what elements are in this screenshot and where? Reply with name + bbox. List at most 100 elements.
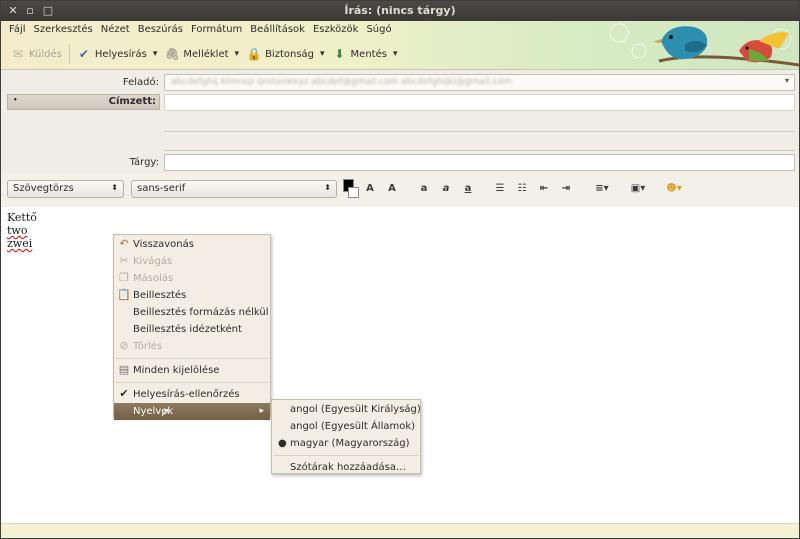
align-icon[interactable]: ≡▾ <box>590 181 614 197</box>
checkmark-icon: ✔ <box>119 387 129 400</box>
paragraph-style-value: Szövegtörzs <box>13 183 74 194</box>
menu-item-label: Másolás <box>133 273 174 284</box>
body-line-misspelled: zwei <box>7 237 33 250</box>
status-bar <box>1 523 799 538</box>
add-dictionaries-label: Szótárak hozzáadása… <box>290 462 406 473</box>
menu-options[interactable]: Beállítások <box>246 21 309 41</box>
select-all-icon: ▤ <box>118 363 130 376</box>
radio-bullet-icon: ● <box>278 438 287 449</box>
chevron-right-icon: ▸ <box>259 406 264 416</box>
subject-input[interactable] <box>164 154 795 171</box>
menu-separator <box>116 382 268 383</box>
menu-item-languages[interactable]: Nyelvek ▸ ➚ <box>114 403 270 420</box>
menu-file[interactable]: Fájl <box>5 21 30 41</box>
body-text[interactable]: Kettő two zwei <box>7 211 37 250</box>
menu-item-spellcheck[interactable]: ✔ Helyesírás-ellenőrzés <box>114 386 270 403</box>
language-item[interactable]: angol (Egyesült Királyság) <box>272 401 421 418</box>
indent-icon[interactable]: ⇥ <box>558 181 574 197</box>
font-larger-icon[interactable]: A <box>384 181 400 197</box>
delete-icon: ⊘ <box>119 339 129 352</box>
language-item[interactable]: angol (Egyesült Államok) <box>272 418 420 435</box>
menu-item-copy[interactable]: ❐ Másolás <box>114 270 270 287</box>
theme-banner: Fájl Szerkesztés Nézet Beszúrás Formátum… <box>1 21 799 69</box>
recipient-row[interactable] <box>164 134 795 151</box>
to-marker: • <box>13 96 18 104</box>
menu-item-label: Kivágás <box>133 256 173 267</box>
spell-button[interactable]: ✔ Helyesírás ▾ <box>73 43 162 65</box>
menu-item-delete[interactable]: ⊘ Törlés <box>114 338 270 355</box>
menu-view[interactable]: Nézet <box>97 21 134 41</box>
font-select[interactable]: sans-serif ⬍ <box>131 180 337 198</box>
language-label: angol (Egyesült Királyság) <box>290 404 421 415</box>
menu-format[interactable]: Formátum <box>187 21 246 41</box>
security-label: Biztonság <box>265 48 315 60</box>
compose-window: ✕ ▫ □ Írás: (nincs tárgy) Fájl Szerkeszt… <box>0 0 800 539</box>
menu-separator <box>274 455 418 456</box>
menu-item-paste[interactable]: 📋 Beillesztés <box>114 287 270 304</box>
font-value: sans-serif <box>137 183 186 194</box>
recipient-row[interactable] <box>164 115 795 132</box>
bold-icon[interactable]: a <box>416 181 432 197</box>
format-toolbar: Szövegtörzs ⬍ sans-serif ⬍ A A a a a ☰ ☷… <box>1 175 799 203</box>
menu-item-label: Beillesztés <box>133 290 187 301</box>
numbered-list-icon[interactable]: ☷ <box>514 181 530 197</box>
menu-item-label: Minden kijelölése <box>133 365 220 376</box>
menu-help[interactable]: Súgó <box>362 21 395 41</box>
outdent-icon[interactable]: ⇤ <box>536 181 552 197</box>
menu-item-label: Beillesztés idézetként <box>133 324 242 335</box>
window-title: Írás: (nincs tárgy) <box>344 4 456 17</box>
to-field[interactable] <box>164 94 795 111</box>
bullet-list-icon[interactable]: ☰ <box>492 181 508 197</box>
menu-item-undo[interactable]: ↶ Visszavonás <box>114 236 270 253</box>
menu-item-paste-plain[interactable]: Beillesztés formázás nélkül <box>114 304 270 321</box>
chevron-updown-icon: ⬍ <box>111 183 118 192</box>
save-label: Mentés <box>350 48 387 60</box>
italic-icon[interactable]: a <box>438 181 454 197</box>
language-submenu: angol (Egyesült Királyság) angol (Egyesü… <box>271 399 421 474</box>
language-label: angol (Egyesült Államok) <box>290 421 416 432</box>
title-bar: ✕ ▫ □ Írás: (nincs tárgy) <box>1 1 799 21</box>
paste-icon: 📋 <box>117 288 131 301</box>
text-color-picker[interactable] <box>343 179 359 199</box>
chevron-down-icon[interactable]: ▾ <box>393 49 398 59</box>
menu-bar: Fájl Szerkesztés Nézet Beszúrás Formátum… <box>1 21 396 41</box>
chevron-down-icon: ▾ <box>784 76 789 85</box>
menu-item-paste-quote[interactable]: Beillesztés idézetként <box>114 321 270 338</box>
spell-label: Helyesírás <box>94 48 147 60</box>
chevron-updown-icon: ⬍ <box>324 183 331 192</box>
attach-button[interactable]: 🖇 Melléklet ▾ <box>161 43 243 65</box>
save-icon: ⬇ <box>334 47 345 61</box>
language-label: magyar (Magyarország) <box>290 438 410 449</box>
paragraph-style-select[interactable]: Szövegtörzs ⬍ <box>7 180 124 198</box>
send-icon: ✉ <box>12 47 24 61</box>
insert-image-icon[interactable]: ▣▾ <box>626 181 650 197</box>
underline-icon[interactable]: a <box>460 181 476 197</box>
chevron-down-icon[interactable]: ▾ <box>235 49 240 59</box>
context-menu: ↶ Visszavonás ✂ Kivágás ❐ Másolás 📋 Beil… <box>113 234 271 420</box>
compose-toolbar: ✉ Küldés ✔ Helyesírás ▾ 🖇 Melléklet ▾ 🔒 … <box>1 41 401 67</box>
toolbar-separator <box>68 44 70 64</box>
bird-artwork <box>609 23 799 67</box>
to-type-button[interactable]: • Címzett: <box>7 94 160 110</box>
language-item-selected[interactable]: ● magyar (Magyarország) <box>272 435 420 452</box>
menu-item-cut[interactable]: ✂ Kivágás <box>114 253 270 270</box>
from-select[interactable]: abcdefghij klmnop qrstuvwxyz abcdef@gmai… <box>164 74 795 91</box>
chevron-down-icon[interactable]: ▾ <box>320 49 325 59</box>
undo-icon: ↶ <box>119 237 129 250</box>
chevron-down-icon[interactable]: ▾ <box>153 49 158 59</box>
to-label: Címzett: <box>108 96 156 107</box>
add-dictionaries-item[interactable]: Szótárak hozzáadása… <box>272 459 420 476</box>
save-button[interactable]: ⬇ Mentés ▾ <box>329 43 402 65</box>
menu-insert[interactable]: Beszúrás <box>134 21 187 41</box>
security-button[interactable]: 🔒 Biztonság ▾ <box>243 43 328 65</box>
font-smaller-icon[interactable]: A <box>362 181 378 197</box>
menu-tools[interactable]: Eszközök <box>309 21 363 41</box>
menu-item-select-all[interactable]: ▤ Minden kijelölése <box>114 362 270 379</box>
smiley-icon[interactable]: ☻▾ <box>662 181 686 197</box>
lock-icon: 🔒 <box>246 47 262 61</box>
send-button[interactable]: ✉ Küldés <box>7 43 66 65</box>
attach-label: Melléklet <box>183 48 229 60</box>
menu-edit[interactable]: Szerkesztés <box>30 21 97 41</box>
send-label: Küldés <box>29 48 62 60</box>
menu-item-label: Törlés <box>133 341 163 352</box>
